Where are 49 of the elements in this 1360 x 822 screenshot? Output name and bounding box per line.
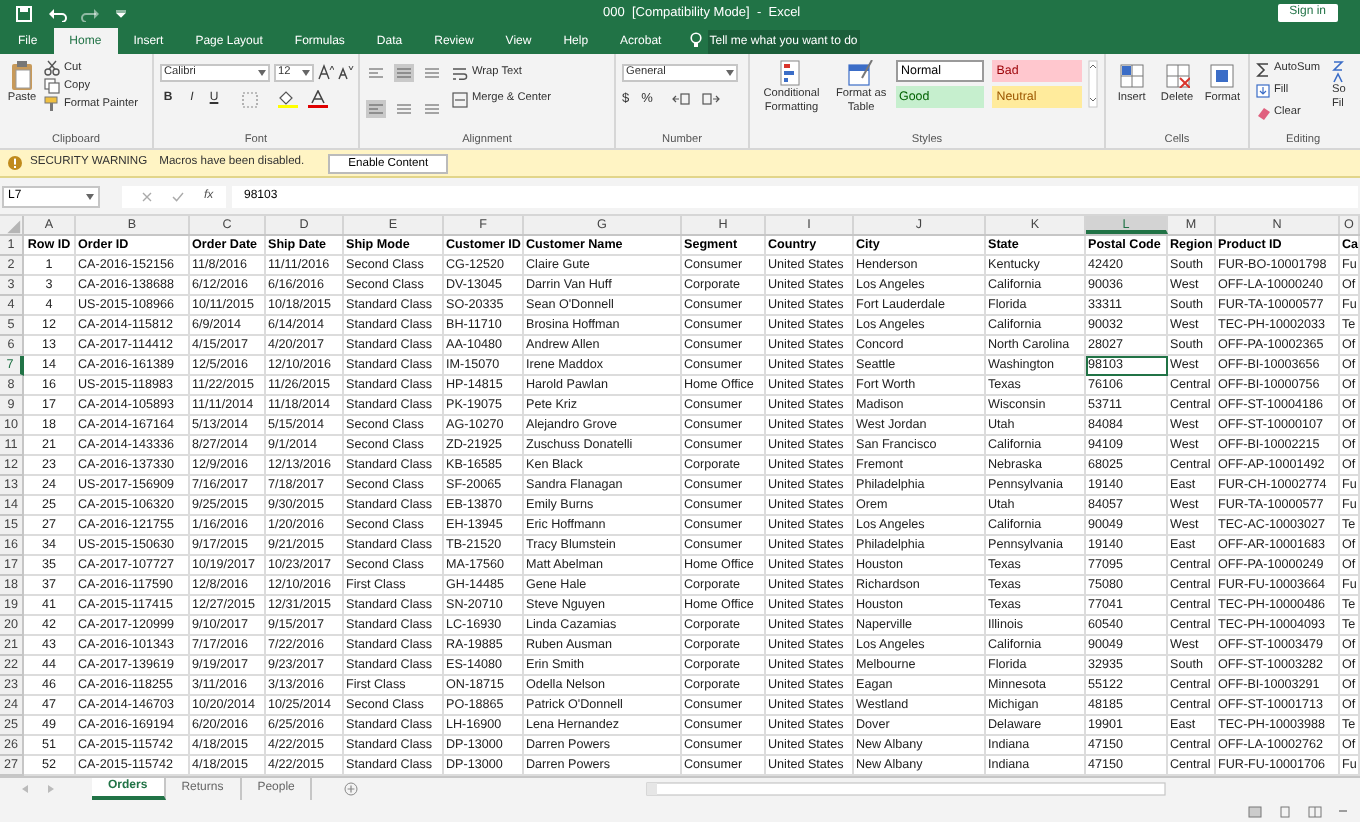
page-break-icon[interactable] [1308,805,1322,817]
format-cells-icon [1210,64,1235,88]
eraser-icon [1256,105,1270,121]
fill-down-icon [1256,83,1270,99]
normal-view-icon[interactable] [1248,805,1262,817]
zoom-out-icon[interactable] [1338,806,1348,816]
scroll-right-icon[interactable] [46,784,56,794]
align-icon[interactable] [422,64,442,82]
align-icon[interactable] [422,100,442,118]
align-icon[interactable] [366,64,386,82]
paintbrush-icon [44,96,60,112]
customize-caret-icon[interactable] [116,9,126,17]
page-layout-icon[interactable] [1278,805,1292,817]
dropdown-caret-icon [258,70,266,76]
redo-icon[interactable] [80,5,100,21]
shrink-font-icon[interactable] [338,64,354,80]
enter-check-icon[interactable] [172,191,184,201]
conditional-formatting-icon [779,60,804,88]
save-icon[interactable] [16,5,32,21]
sort-az-icon[interactable] [1332,60,1345,84]
align-icon[interactable] [366,100,386,118]
decrease-decimal-icon[interactable] [702,92,721,107]
undo-icon[interactable] [48,5,68,21]
merge-cells-icon [452,91,468,107]
insert-cells-icon [1119,64,1144,88]
cancel-icon[interactable] [142,191,152,201]
clipboard-icon [10,60,34,90]
copy-icon [44,78,60,94]
font-color-icon[interactable] [308,90,328,108]
dropdown-caret-icon [302,70,310,76]
table-style-icon [848,60,875,88]
align-icon[interactable] [394,64,414,82]
dropdown-caret-icon [86,193,94,199]
delete-cells-icon [1165,64,1189,88]
scissors-icon [44,60,60,76]
gallery-scroll-icon[interactable] [1088,60,1098,108]
grow-font-icon[interactable] [318,64,334,80]
sigma-icon [1256,61,1270,77]
increase-decimal-icon[interactable] [672,92,691,107]
horizontal-scrollbar-icon[interactable] [646,782,1167,796]
fill-color-icon[interactable] [278,90,298,108]
wrap-text-icon [452,65,468,81]
warning-icon [8,156,22,170]
lightbulb-icon [689,32,702,48]
borders-icon[interactable] [242,91,260,107]
dropdown-caret-icon [726,70,734,76]
align-icon[interactable] [394,100,414,118]
add-sheet-icon[interactable] [344,782,359,796]
scroll-left-icon[interactable] [20,784,30,794]
